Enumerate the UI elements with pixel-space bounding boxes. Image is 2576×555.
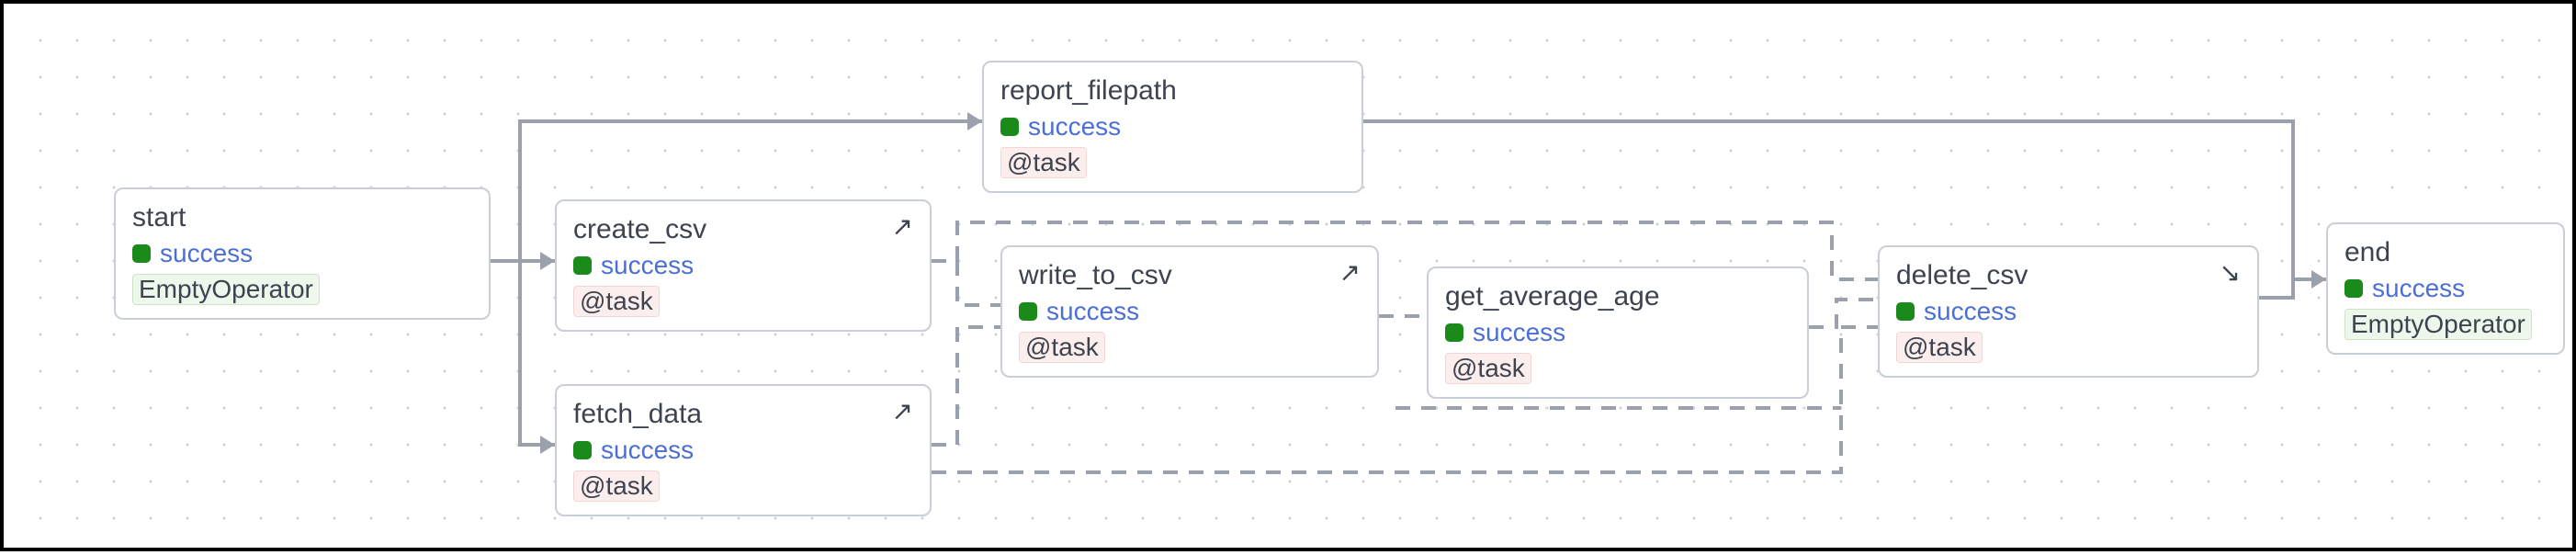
status-dot-success-icon — [573, 256, 592, 275]
status-label: success — [1028, 112, 1121, 142]
task-node-end[interactable]: end success EmptyOperator — [2326, 222, 2565, 355]
task-status: success — [1896, 297, 2241, 326]
task-title: delete_csv — [1896, 260, 2241, 291]
task-node-write_to_csv[interactable]: ↗ write_to_csv success @task — [1000, 245, 1379, 378]
status-dot-success-icon — [1019, 302, 1037, 321]
operator-badge: @task — [1896, 332, 1983, 363]
expand-arrow-icon: ↗ — [892, 214, 913, 240]
task-status: success — [1445, 318, 1791, 347]
status-dot-success-icon — [1445, 323, 1463, 342]
operator-badge: @task — [1445, 353, 1531, 384]
task-status: success — [132, 239, 472, 268]
status-label: success — [2372, 274, 2465, 303]
expand-arrow-icon: ↗ — [892, 399, 913, 425]
collapse-arrow-icon: ↘ — [2220, 260, 2241, 286]
status-label: success — [601, 436, 694, 465]
task-status: success — [1019, 297, 1361, 326]
status-dot-success-icon — [1896, 302, 1915, 321]
task-title: start — [132, 202, 472, 233]
status-dot-success-icon — [1000, 118, 1019, 136]
task-status: success — [2344, 274, 2547, 303]
task-node-fetch_data[interactable]: ↗ fetch_data success @task — [555, 384, 932, 516]
task-title: fetch_data — [573, 399, 913, 430]
task-node-delete_csv[interactable]: ↘ delete_csv success @task — [1878, 245, 2259, 378]
task-title: end — [2344, 237, 2547, 268]
task-node-get_average_age[interactable]: get_average_age success @task — [1427, 266, 1809, 399]
operator-badge: @task — [573, 470, 660, 502]
status-label: success — [1924, 297, 2017, 326]
status-label: success — [1473, 318, 1565, 347]
status-label: success — [1046, 297, 1139, 326]
task-node-report_filepath[interactable]: report_filepath success @task — [982, 61, 1363, 193]
status-dot-success-icon — [2344, 279, 2363, 298]
task-title: report_filepath — [1000, 75, 1345, 107]
task-title: create_csv — [573, 214, 913, 245]
operator-badge: @task — [1000, 147, 1087, 178]
status-dot-success-icon — [132, 244, 151, 263]
operator-badge: @task — [1019, 332, 1105, 363]
status-dot-success-icon — [573, 441, 592, 459]
task-status: success — [1000, 112, 1345, 142]
operator-badge: @task — [573, 286, 660, 317]
task-title: get_average_age — [1445, 281, 1791, 312]
status-label: success — [160, 239, 253, 268]
expand-arrow-icon: ↗ — [1339, 260, 1361, 286]
task-title: write_to_csv — [1019, 260, 1361, 291]
task-status: success — [573, 251, 913, 280]
task-node-start[interactable]: start success EmptyOperator — [114, 187, 491, 320]
diagram-frame: start success EmptyOperator ↗ create_csv… — [0, 0, 2576, 551]
status-label: success — [601, 251, 694, 280]
task-node-create_csv[interactable]: ↗ create_csv success @task — [555, 199, 932, 332]
operator-badge: EmptyOperator — [132, 274, 320, 305]
task-status: success — [573, 436, 913, 465]
operator-badge: EmptyOperator — [2344, 309, 2532, 340]
